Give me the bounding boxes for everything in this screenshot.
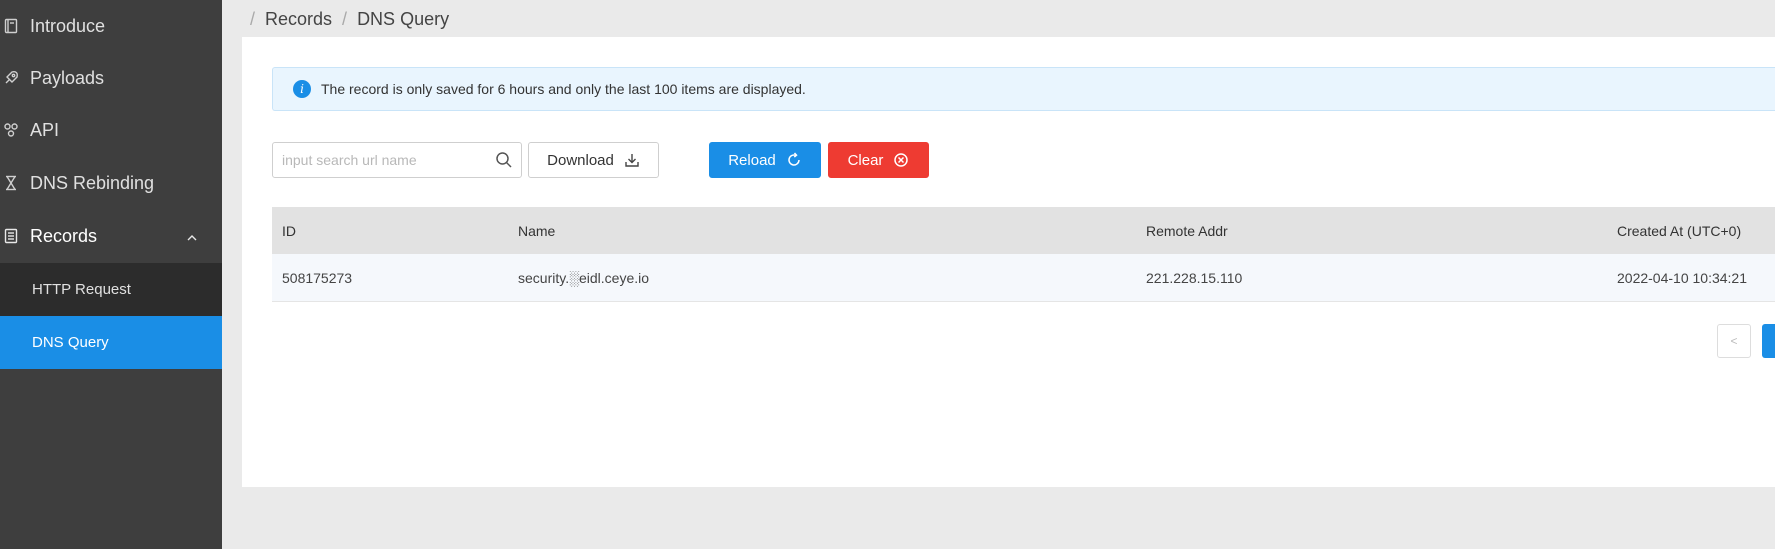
search-input[interactable] xyxy=(273,145,483,175)
sidebar-item-payloads[interactable]: Payloads xyxy=(0,52,222,104)
pagination-prev-button[interactable]: < xyxy=(1717,324,1751,358)
pagination-page-current[interactable] xyxy=(1762,324,1775,358)
sidebar-item-api[interactable]: API xyxy=(0,104,222,156)
download-button-label: Download xyxy=(547,151,614,169)
sidebar-item-dns-rebinding[interactable]: DNS Rebinding xyxy=(0,157,222,209)
book-icon xyxy=(0,18,30,34)
breadcrumb-item-dns-query: DNS Query xyxy=(357,8,450,29)
sidebar-item-dns-query[interactable]: DNS Query xyxy=(0,316,222,369)
sidebar-item-introduce[interactable]: Introduce xyxy=(0,0,222,52)
sidebar-subitem-label: HTTP Request xyxy=(32,281,131,298)
info-icon: i xyxy=(293,80,311,98)
sidebar-item-label: Payloads xyxy=(30,67,105,88)
sidebar-item-label: DNS Rebinding xyxy=(30,172,155,193)
list-icon xyxy=(0,228,30,244)
download-icon xyxy=(625,154,639,167)
alert-text: The record is only saved for 6 hours and… xyxy=(321,81,806,97)
sidebar: Introduce Payloads API DNS Rebinding Rec… xyxy=(0,0,222,549)
cell-created-at: 2022-04-10 10:34:21 xyxy=(1617,269,1747,286)
clear-button[interactable]: Clear xyxy=(828,142,929,178)
search-box xyxy=(272,142,522,178)
download-button[interactable]: Download xyxy=(528,142,659,178)
column-header-remote-addr: Remote Addr xyxy=(1146,222,1228,239)
rocket-icon xyxy=(0,70,30,86)
column-header-id: ID xyxy=(282,222,296,239)
info-alert: i The record is only saved for 6 hours a… xyxy=(272,67,1775,111)
refresh-icon xyxy=(788,152,800,166)
sidebar-subitem-label: DNS Query xyxy=(32,334,109,351)
column-header-name: Name xyxy=(518,222,556,239)
clear-button-label: Clear xyxy=(847,151,884,169)
close-circle-icon xyxy=(894,153,909,167)
cell-id: 508175273 xyxy=(282,269,353,286)
main-panel: i The record is only saved for 6 hours a… xyxy=(242,37,1775,487)
column-header-created-at: Created At (UTC+0) xyxy=(1617,222,1742,239)
breadcrumb-separator: / xyxy=(342,8,348,29)
reload-button-label: Reload xyxy=(728,151,776,169)
records-table: ID Name Remote Addr Created At (UTC+0) 5… xyxy=(272,207,1775,302)
cell-remote-addr: 221.228.15.110 xyxy=(1146,269,1243,286)
sidebar-item-http-request[interactable]: HTTP Request xyxy=(0,263,222,316)
records-submenu: HTTP Request DNS Query xyxy=(0,263,222,369)
api-icon xyxy=(0,122,30,138)
sidebar-item-label: API xyxy=(30,119,60,140)
chevron-left-icon: < xyxy=(1730,334,1738,348)
search-icon[interactable] xyxy=(495,151,513,169)
sidebar-item-label: Records xyxy=(30,225,98,246)
chevron-up-icon[interactable] xyxy=(186,228,198,241)
sidebar-item-records[interactable]: Records xyxy=(0,210,222,262)
table-row[interactable]: 508175273 security.░eidl.ceye.io 221.228… xyxy=(272,254,1775,302)
breadcrumb-separator: / xyxy=(250,8,256,29)
breadcrumb: / Records / DNS Query xyxy=(250,7,449,31)
breadcrumb-item-records[interactable]: Records xyxy=(265,9,332,30)
sidebar-item-label: Introduce xyxy=(30,15,106,36)
hourglass-icon xyxy=(0,175,30,191)
reload-button[interactable]: Reload xyxy=(709,142,821,178)
cell-name: security.░eidl.ceye.io xyxy=(518,269,650,286)
table-header: ID Name Remote Addr Created At (UTC+0) xyxy=(272,207,1775,254)
